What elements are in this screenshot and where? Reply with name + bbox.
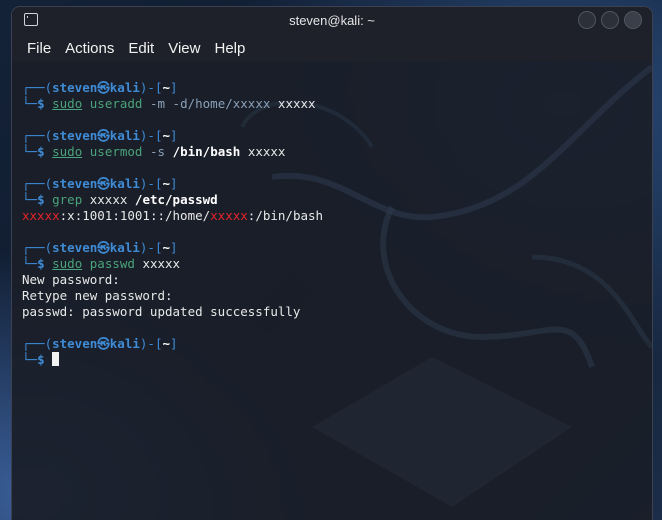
maximize-button[interactable] (601, 11, 619, 29)
active-prompt-line[interactable]: └─$ (22, 352, 60, 368)
prompt-line: ┌──(steven㉿kali)-[~] (22, 128, 178, 143)
terminal-icon[interactable] (24, 13, 38, 26)
command-line: └─$ grep xxxxx /etc/passwd (22, 192, 218, 207)
close-button[interactable] (624, 11, 642, 29)
text-cursor (52, 352, 60, 366)
minimize-button[interactable] (578, 11, 596, 29)
command-line: └─$ sudo passwd xxxxx (22, 256, 181, 271)
output-line: New password: (22, 272, 120, 287)
menu-help[interactable]: Help (214, 40, 245, 57)
command-line: └─$ sudo useradd -m -d/home/xxxxx xxxxx (22, 96, 316, 111)
prompt-line: ┌──(steven㉿kali)-[~] (22, 336, 178, 351)
menu-edit[interactable]: Edit (128, 40, 154, 57)
menu-view[interactable]: View (168, 40, 200, 57)
menu-file[interactable]: File (27, 40, 51, 57)
desktop-background: steven@kali: ~ File Actions Edit View He… (0, 0, 662, 520)
terminal-window[interactable]: steven@kali: ~ File Actions Edit View He… (12, 7, 652, 520)
grep-output-line: xxxxx:x:1001:1001::/home/xxxxx:/bin/bash (22, 208, 324, 223)
command-line: └─$ sudo usermod -s /bin/bash xxxxx (22, 144, 286, 159)
window-title: steven@kali: ~ (289, 13, 375, 28)
output-line: Retype new password: (22, 288, 173, 303)
menu-bar: File Actions Edit View Help (12, 34, 652, 62)
prompt-line: ┌──(steven㉿kali)-[~] (22, 80, 178, 95)
prompt-line: ┌──(steven㉿kali)-[~] (22, 176, 178, 191)
output-line: passwd: password updated successfully (22, 304, 301, 319)
terminal-output[interactable]: ┌──(steven㉿kali)-[~] └─$ sudo useradd -m… (12, 62, 652, 520)
title-bar[interactable]: steven@kali: ~ (12, 7, 652, 34)
prompt-line: ┌──(steven㉿kali)-[~] (22, 240, 178, 255)
menu-actions[interactable]: Actions (65, 40, 114, 57)
